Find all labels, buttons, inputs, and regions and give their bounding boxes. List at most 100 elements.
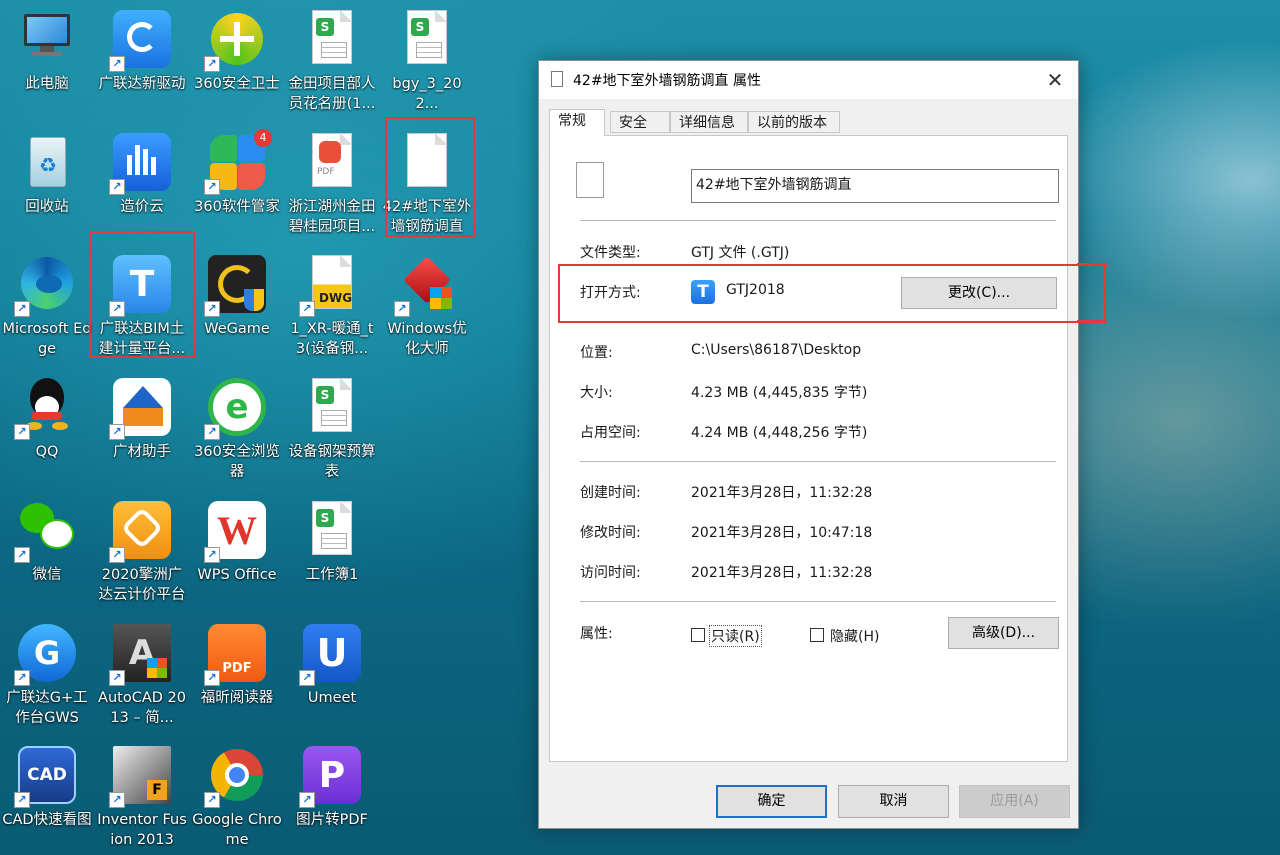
- location-value: C:\Users\86187\Desktop: [691, 342, 862, 358]
- shortcut-arrow-icon: ↗: [109, 670, 125, 686]
- close-icon[interactable]: ✕: [1040, 65, 1070, 95]
- file-name-input[interactable]: 42#地下室外墙钢筋调直: [691, 169, 1059, 203]
- shortcut-arrow-icon: ↗: [204, 670, 220, 686]
- readonly-checkbox[interactable]: [691, 628, 705, 642]
- shortcut-arrow-icon: ↗: [109, 547, 125, 563]
- desktop-icon-roster-file[interactable]: S 金田项目部人员花名册(1...: [286, 10, 378, 114]
- desktop-icon-360-software[interactable]: 4 ↗ 360软件管家: [191, 129, 283, 217]
- autocad-icon: A ↗: [109, 624, 171, 686]
- size-on-disk-label: 占用空间:: [580, 425, 641, 441]
- desktop-icon-360-security[interactable]: ↗ 360安全卫士: [191, 10, 283, 94]
- general-panel: 42#地下室外墙钢筋调直 文件类型: GTJ 文件 (.GTJ) 打开方式: T…: [549, 135, 1068, 762]
- attributes-label: 属性:: [580, 626, 613, 642]
- desktop-icon-umeet[interactable]: U ↗ Umeet: [286, 624, 378, 708]
- desktop-icon-foxit[interactable]: PDF ↗ 福昕阅读器: [191, 624, 283, 708]
- file-icon: [551, 71, 563, 87]
- desktop-icon-recycle-bin[interactable]: ♻ 回收站: [1, 133, 93, 217]
- file-type-value: GTJ 文件 (.GTJ): [691, 245, 790, 261]
- shortcut-arrow-icon: ↗: [14, 792, 30, 808]
- size-on-disk-value: 4.24 MB (4,448,256 字节): [691, 425, 868, 441]
- pdf-file-icon: PDF: [303, 133, 361, 191]
- spreadsheet-file-icon: S: [303, 10, 361, 68]
- desktop-icon-material-helper[interactable]: ↗ 广材助手: [96, 378, 188, 462]
- shortcut-arrow-icon: ↗: [14, 301, 30, 317]
- qq-penguin-icon: ↗: [14, 378, 76, 440]
- hidden-checkbox[interactable]: [810, 628, 824, 642]
- pricing-platform-icon: ↗: [109, 501, 171, 563]
- foxit-reader-icon: PDF ↗: [204, 624, 266, 686]
- desktop-icon-huzhou-pdf[interactable]: PDF 浙江湖州金田碧桂园项目...: [286, 133, 378, 237]
- tab-previous-versions[interactable]: 以前的版本: [748, 111, 840, 133]
- image-to-pdf-icon: P ↗: [299, 746, 361, 808]
- cancel-button[interactable]: 取消: [838, 785, 949, 818]
- desktop-icon-cad-viewer[interactable]: CAD ↗ CAD快速看图: [1, 746, 93, 830]
- desktop-icon-autocad[interactable]: A ↗ AutoCAD 2013 – 简...: [96, 624, 188, 728]
- glodon-driver-icon: ↗: [109, 10, 171, 72]
- computer-icon: [18, 10, 76, 68]
- apply-button[interactable]: 应用(A): [959, 785, 1070, 818]
- desktop-icon-image-to-pdf[interactable]: P ↗ 图片转PDF: [286, 746, 378, 830]
- shortcut-arrow-icon: ↗: [109, 424, 125, 440]
- desktop-icon-wegame[interactable]: ↗ WeGame: [191, 255, 283, 339]
- hidden-label[interactable]: 隐藏(H): [830, 626, 879, 646]
- highlight-box-bim-app: [89, 231, 195, 358]
- inventor-fusion-icon: F ↗: [109, 746, 171, 808]
- desktop-icon-windows-optimizer[interactable]: ↗ Windows优化大师: [381, 255, 473, 359]
- desktop-icon-glodon-driver[interactable]: ↗ 广联达新驱动: [96, 10, 188, 94]
- location-label: 位置:: [580, 345, 613, 361]
- desktop-icon-360-browser[interactable]: e ↗ 360安全浏览器: [191, 378, 283, 482]
- desktop-icon-workbook1[interactable]: S 工作簿1: [286, 501, 378, 585]
- readonly-label[interactable]: 只读(R): [709, 625, 762, 647]
- 360-software-manager-icon: 4 ↗: [204, 129, 272, 195]
- chrome-icon: ↗: [204, 746, 266, 808]
- desktop-icon-wps[interactable]: W ↗ WPS Office: [191, 501, 283, 585]
- glodon-g-icon: G ↗: [14, 624, 76, 686]
- desktop-icon-bgy-file[interactable]: S bgy_3_202...: [381, 10, 473, 114]
- desktop-icon-glodon-gws[interactable]: G ↗ 广联达G+工作台GWS: [1, 624, 93, 728]
- shortcut-arrow-icon: ↗: [299, 301, 315, 317]
- shortcut-arrow-icon: ↗: [109, 179, 125, 195]
- desktop-icon-chrome[interactable]: ↗ Google Chrome: [191, 746, 283, 850]
- desktop-icon-edge[interactable]: ↗ Microsoft Edge: [1, 255, 93, 359]
- desktop-icon-inventor[interactable]: F ↗ Inventor Fusion 2013: [96, 746, 188, 850]
- tab-general[interactable]: 常规: [549, 109, 605, 136]
- tab-details[interactable]: 详细信息: [670, 111, 748, 133]
- shortcut-arrow-icon: ↗: [204, 56, 220, 72]
- tab-security[interactable]: 安全: [610, 111, 670, 133]
- 360-security-icon: ↗: [204, 10, 266, 72]
- material-helper-icon: ↗: [109, 378, 171, 440]
- cost-cloud-icon: ↗: [109, 133, 171, 195]
- wechat-icon: ↗: [14, 501, 76, 563]
- 360-browser-icon: e ↗: [204, 378, 266, 440]
- edge-icon: ↗: [14, 255, 76, 317]
- separator: [580, 220, 1056, 221]
- windows-optimizer-icon: ↗: [394, 255, 456, 317]
- spreadsheet-file-icon: S: [303, 501, 361, 559]
- shortcut-arrow-icon: ↗: [204, 301, 220, 317]
- spreadsheet-file-icon: S: [303, 378, 361, 436]
- desktop-icon-wechat[interactable]: ↗ 微信: [1, 501, 93, 585]
- desktop-icon-2020-pricing[interactable]: ↗ 2020擎洲广达云计价平台: [96, 501, 188, 605]
- size-value: 4.23 MB (4,445,835 字节): [691, 385, 868, 401]
- umeet-icon: U ↗: [299, 624, 361, 686]
- properties-dialog: 42#地下室外墙钢筋调直 属性 ✕ 常规 安全 详细信息 以前的版本 42#地下…: [538, 60, 1107, 829]
- dialog-titlebar[interactable]: 42#地下室外墙钢筋调直 属性 ✕: [539, 61, 1078, 99]
- advanced-button[interactable]: 高级(D)...: [948, 617, 1059, 649]
- cad-viewer-icon: CAD ↗: [14, 746, 76, 808]
- shortcut-arrow-icon: ↗: [109, 56, 125, 72]
- desktop-icon-qq[interactable]: ↗ QQ: [1, 378, 93, 462]
- shortcut-arrow-icon: ↗: [204, 424, 220, 440]
- spreadsheet-file-icon: S: [398, 10, 456, 68]
- accessed-value: 2021年3月28日，11:32:28: [691, 565, 873, 581]
- accessed-label: 访问时间:: [580, 565, 641, 581]
- desktop-icon-budget-sheet[interactable]: S 设备钢架预算表: [286, 378, 378, 482]
- wegame-icon: ↗: [204, 255, 266, 317]
- shortcut-arrow-icon: ↗: [14, 547, 30, 563]
- created-label: 创建时间:: [580, 485, 641, 501]
- ok-button[interactable]: 确定: [716, 785, 827, 818]
- desktop-icon-cost-cloud[interactable]: ↗ 造价云: [96, 133, 188, 217]
- desktop-icon-this-pc[interactable]: 此电脑: [1, 10, 93, 94]
- modified-label: 修改时间:: [580, 525, 641, 541]
- shortcut-arrow-icon: ↗: [14, 670, 30, 686]
- desktop-icon-dwg-file[interactable]: DWG ↗ 1_XR-暖通_t3(设备钢...: [286, 255, 378, 359]
